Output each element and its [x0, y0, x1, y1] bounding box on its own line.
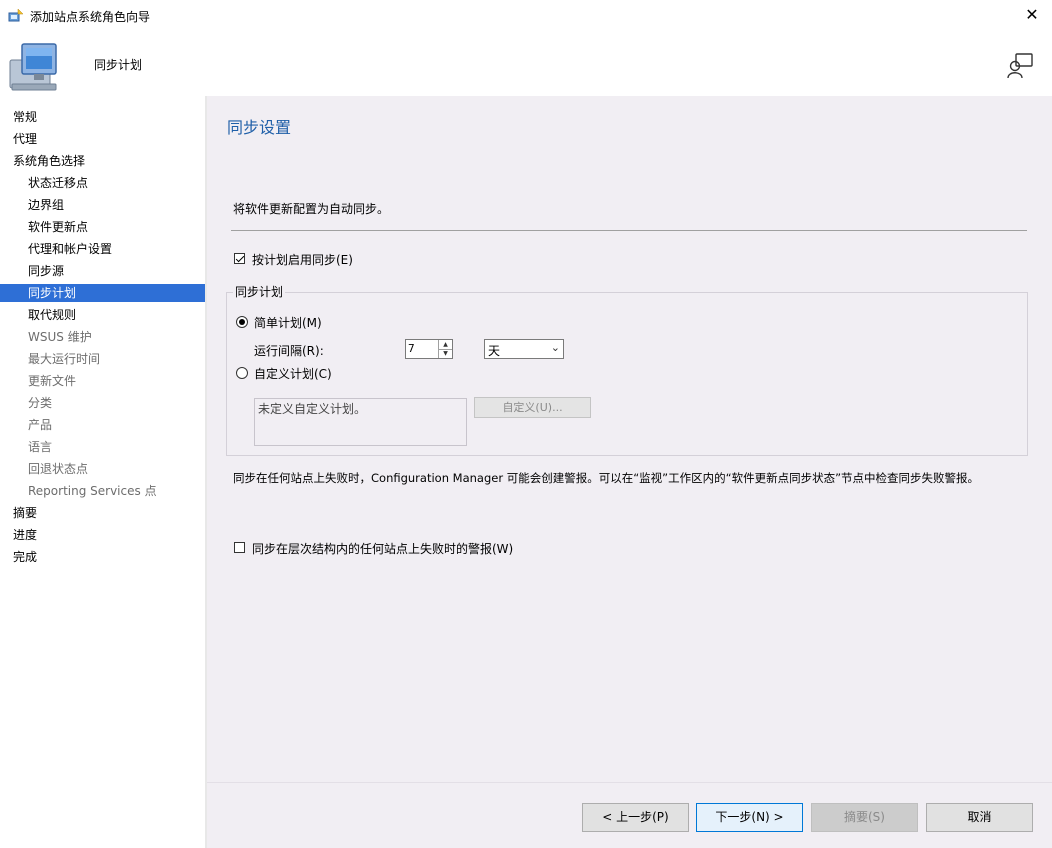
wizard-step-nav: 常规代理系统角色选择 状态迁移点边界组软件更新点代理和帐户设置 同步源同步计划取代规…	[0, 96, 205, 848]
wizard-footer: < 上一步(P) 下一步(N) > 摘要(S) 取消	[207, 782, 1052, 848]
separator-line	[231, 230, 1027, 231]
title-bar: 添加站点系统角色向导 ✕	[0, 0, 1052, 32]
nav-item[interactable]: 摘要	[0, 504, 205, 522]
custom-schedule-radio[interactable]	[236, 367, 248, 379]
nav-item[interactable]: 分类	[0, 394, 205, 412]
nav-item[interactable]: Reporting Services 点	[0, 482, 205, 500]
nav-item[interactable]: 语言	[0, 438, 205, 456]
alert-description: 同步在任何站点上失败时，Configuration Manager 可能会创建警…	[233, 471, 980, 485]
custom-schedule-label[interactable]: 自定义计划(C)	[254, 365, 332, 382]
nav-item[interactable]: WSUS 维护	[0, 328, 205, 346]
wizard-app-icon	[8, 8, 24, 22]
nav-item[interactable]: 同步计划	[0, 284, 205, 302]
next-button[interactable]: 下一步(N) >	[696, 803, 803, 832]
nav-item[interactable]: 回退状态点	[0, 460, 205, 478]
interval-stepper[interactable]: 7 ▲ ▼	[405, 339, 453, 359]
nav-item[interactable]: 进度	[0, 526, 205, 544]
interval-value[interactable]: 7	[408, 342, 415, 355]
computer-icon	[9, 43, 57, 91]
customize-button[interactable]: 自定义(U)...	[474, 397, 591, 418]
help-person-icon[interactable]	[1006, 52, 1034, 80]
main-content: 同步设置 将软件更新配置为自动同步。 按计划启用同步(E) 同步计划 简单计划(…	[207, 96, 1052, 782]
cancel-button[interactable]: 取消	[926, 803, 1033, 832]
window-title: 添加站点系统角色向导	[30, 10, 151, 24]
alert-checkbox-label[interactable]: 同步在层次结构内的任何站点上失败时的警报(W)	[252, 540, 513, 557]
intro-text: 将软件更新配置为自动同步。	[233, 202, 390, 216]
header-page-name: 同步计划	[94, 58, 143, 72]
nav-item[interactable]: 产品	[0, 416, 205, 434]
schedule-group-title: 同步计划	[233, 283, 286, 300]
nav-item[interactable]: 最大运行时间	[0, 350, 205, 368]
enable-schedule-label[interactable]: 按计划启用同步(E)	[252, 251, 353, 268]
nav-item[interactable]: 代理	[0, 130, 205, 148]
nav-item[interactable]: 更新文件	[0, 372, 205, 390]
summary-button[interactable]: 摘要(S)	[811, 803, 918, 832]
custom-schedule-text: 未定义自定义计划。	[254, 398, 467, 446]
nav-item[interactable]: 取代规则	[0, 306, 205, 324]
enable-schedule-checkbox[interactable]	[234, 253, 245, 264]
interval-unit-value[interactable]: 天	[488, 342, 500, 359]
nav-item[interactable]: 常规	[0, 108, 205, 126]
section-title: 同步设置	[227, 118, 292, 137]
nav-item[interactable]: 同步源	[0, 262, 205, 280]
close-icon[interactable]: ✕	[1020, 4, 1044, 26]
interval-unit-select[interactable]: 天 ⌄	[484, 339, 564, 359]
nav-item[interactable]: 完成	[0, 548, 205, 566]
nav-item[interactable]: 边界组	[0, 196, 205, 214]
nav-item[interactable]: 系统角色选择	[0, 152, 205, 170]
simple-schedule-label[interactable]: 简单计划(M)	[254, 314, 322, 331]
prev-button[interactable]: < 上一步(P)	[582, 803, 689, 832]
interval-label: 运行间隔(R):	[254, 344, 324, 358]
nav-item[interactable]: 软件更新点	[0, 218, 205, 236]
nav-item[interactable]: 代理和帐户设置	[0, 240, 205, 258]
chevron-down-icon[interactable]: ⌄	[551, 341, 560, 354]
stepper-down-icon[interactable]: ▼	[438, 349, 452, 358]
alert-checkbox[interactable]	[234, 542, 245, 553]
simple-schedule-radio[interactable]	[236, 316, 248, 328]
nav-item[interactable]: 状态迁移点	[0, 174, 205, 192]
wizard-header: 同步计划	[0, 32, 1052, 96]
